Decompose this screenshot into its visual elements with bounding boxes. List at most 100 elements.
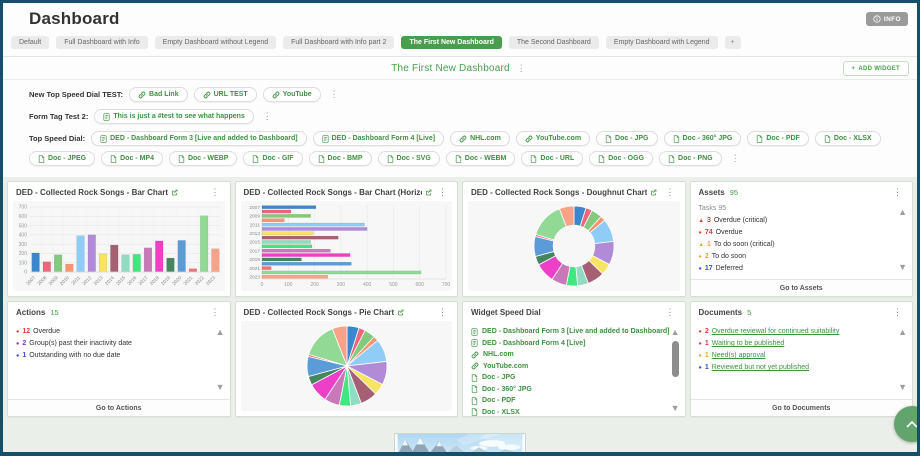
- status-row: ●1Outstanding with no due date: [16, 350, 210, 362]
- external-link-icon[interactable]: [425, 189, 432, 196]
- svg-text:600: 600: [415, 282, 424, 288]
- speed-dial-pill[interactable]: YouTube: [263, 87, 321, 102]
- add-widget-button[interactable]: + ADD WIDGET: [843, 61, 909, 76]
- speed-dial-pill[interactable]: NHL.com: [450, 131, 510, 146]
- speed-dial-link[interactable]: DED - Dashboard Form 4 [Live]: [471, 338, 665, 350]
- speed-dial-menu-button[interactable]: ⋮: [728, 154, 743, 163]
- info-button[interactable]: INFO: [866, 12, 908, 26]
- svg-text:2016: 2016: [126, 275, 138, 287]
- speed-dial-link[interactable]: YouTube.com: [471, 361, 665, 373]
- speed-dial-pill[interactable]: Doc - BMP: [309, 151, 372, 166]
- speed-dial-pill[interactable]: Doc - JPEG: [29, 151, 95, 166]
- dashboard-tab[interactable]: Empty Dashboard without Legend: [155, 36, 276, 49]
- speed-dial-link[interactable]: NHL.com: [471, 349, 665, 361]
- widget-speed-dial: Widget Speed Dial ⋮ DED - Dashboard Form…: [462, 301, 686, 417]
- widget-menu-button[interactable]: ⋮: [208, 308, 223, 317]
- speed-dial-pill[interactable]: Doc - OGG: [589, 151, 653, 166]
- speed-dial-link[interactable]: Doc - PDF: [471, 395, 665, 407]
- status-row: ●2To do soon: [699, 251, 893, 263]
- speed-dial-pill[interactable]: Doc - 360° JPG: [664, 131, 742, 146]
- svg-text:2021: 2021: [249, 266, 260, 272]
- pill-label: Doc - URL: [540, 155, 574, 162]
- status-count: 1: [22, 350, 26, 361]
- widget-title: DED - Collected Rock Songs - Doughnut Ch…: [471, 188, 647, 197]
- widget-menu-button[interactable]: ⋮: [208, 188, 223, 197]
- speed-dial-pill[interactable]: Doc - SVG: [378, 151, 440, 166]
- scroll-up-arrow[interactable]: ▲: [671, 328, 680, 337]
- speed-dial-link[interactable]: Doc - JPG: [471, 372, 665, 384]
- document-status-link[interactable]: Need(s) approval: [712, 350, 766, 361]
- speed-dial-pill[interactable]: Doc - WEBP: [169, 151, 237, 166]
- add-dashboard-tab[interactable]: +: [725, 36, 741, 49]
- external-link-icon[interactable]: [171, 189, 178, 196]
- document-status-link[interactable]: Waiting to be published: [712, 338, 785, 349]
- document-status-link[interactable]: Reviewed but not yet published: [712, 362, 809, 373]
- status-label: Group(s) past their inactivity date: [29, 338, 132, 349]
- link-icon: [525, 135, 533, 143]
- status-row: ●2Group(s) past their inactivity date: [16, 338, 210, 350]
- svg-text:200: 200: [310, 282, 319, 288]
- speed-dial-pill[interactable]: Doc - PNG: [659, 151, 722, 166]
- speed-dial-pill[interactable]: Doc - URL: [521, 151, 583, 166]
- dashboard-tab[interactable]: The First New Dashboard: [401, 36, 501, 49]
- dashboard-tab[interactable]: Default: [11, 36, 49, 49]
- speed-dial-pill[interactable]: Doc - PDF: [747, 131, 808, 146]
- speed-dial-pill[interactable]: DED - Dashboard Form 4 [Live]: [313, 131, 444, 146]
- speed-dial-link-label: Doc - XLSX: [482, 407, 520, 418]
- speed-dial-link-label: NHL.com: [483, 349, 514, 361]
- scrollbar-thumb[interactable]: [672, 341, 679, 377]
- widget-menu-button[interactable]: ⋮: [890, 188, 905, 197]
- speed-dial-pill[interactable]: Bad Link: [129, 87, 188, 102]
- speed-dial-link[interactable]: DED - Dashboard Form 3 [Live and added t…: [471, 326, 665, 338]
- scroll-down-arrow[interactable]: ▼: [898, 383, 907, 392]
- svg-text:2012: 2012: [81, 275, 93, 287]
- scroll-up-arrow[interactable]: ▲: [898, 328, 907, 337]
- go-to-assets-button[interactable]: Go to Assets: [691, 279, 913, 296]
- dashboard-tab[interactable]: Full Dashboard with Info: [56, 36, 147, 49]
- scroll-down-arrow[interactable]: ▼: [671, 404, 680, 413]
- speed-dial-link[interactable]: Doc - XLSX: [471, 407, 665, 418]
- document-status-link[interactable]: Overdue reviewal for continued suitabili…: [712, 326, 840, 337]
- documents-scrollbar: ▲ ▼: [898, 328, 907, 392]
- svg-text:600: 600: [19, 214, 28, 220]
- widget-menu-button[interactable]: ⋮: [890, 308, 905, 317]
- widget-menu-button[interactable]: ⋮: [663, 188, 678, 197]
- scroll-down-arrow[interactable]: ▼: [216, 383, 225, 392]
- widget-menu-button[interactable]: ⋮: [663, 308, 678, 317]
- scroll-down-arrow[interactable]: ▼: [898, 263, 907, 272]
- documents-list: ●2Overdue reviewal for continued suitabi…: [691, 321, 913, 399]
- link-icon: [471, 351, 479, 359]
- speed-dial-pill[interactable]: This is just a #test to see what happens: [94, 109, 253, 124]
- dashboard-menu-button[interactable]: ⋮: [514, 64, 529, 73]
- scroll-up-arrow[interactable]: ▲: [216, 328, 225, 337]
- dashboard-tab[interactable]: Full Dashboard with Info part 2: [283, 36, 394, 49]
- go-to-documents-button[interactable]: Go to Documents: [691, 399, 913, 416]
- speed-dial-menu-button[interactable]: ⋮: [327, 90, 342, 99]
- speed-dial-pill[interactable]: YouTube.com: [516, 131, 590, 146]
- form-icon: [322, 135, 329, 143]
- status-label: To do soon: [712, 251, 746, 262]
- speed-dial-pill[interactable]: URL TEST: [194, 87, 257, 102]
- widget-menu-button[interactable]: ⋮: [435, 308, 450, 317]
- go-to-actions-button[interactable]: Go to Actions: [8, 399, 230, 416]
- external-link-icon[interactable]: [650, 189, 657, 196]
- page-title: Dashboard: [29, 9, 905, 29]
- svg-text:2013: 2013: [249, 231, 260, 237]
- dashboard-tab[interactable]: The Second Dashboard: [509, 36, 599, 49]
- widget-title: Assets: [699, 188, 725, 197]
- scroll-up-arrow[interactable]: ▲: [898, 208, 907, 217]
- speed-dial-link[interactable]: Doc - 360° JPG: [471, 384, 665, 396]
- speed-dial-pill[interactable]: DED - Dashboard Form 3 [Live and added t…: [91, 131, 306, 146]
- status-count: 2: [22, 338, 26, 349]
- widget-menu-button[interactable]: ⋮: [435, 188, 450, 197]
- external-link-icon[interactable]: [397, 309, 404, 316]
- svg-text:2015: 2015: [115, 275, 127, 287]
- speed-dial-menu-button[interactable]: ⋮: [260, 112, 275, 121]
- dashboard-tab[interactable]: Empty Dashboard with Legend: [606, 36, 718, 49]
- dashboard-tab-bar: Default Full Dashboard with Info Empty Das…: [3, 31, 917, 57]
- speed-dial-pill[interactable]: Doc - GIF: [243, 151, 302, 166]
- speed-dial-pill[interactable]: Doc - WEBM: [446, 151, 516, 166]
- speed-dial-pill[interactable]: Doc - JPG: [596, 131, 657, 146]
- speed-dial-pill[interactable]: Doc - MP4: [101, 151, 163, 166]
- speed-dial-pill[interactable]: Doc - XLSX: [815, 131, 881, 146]
